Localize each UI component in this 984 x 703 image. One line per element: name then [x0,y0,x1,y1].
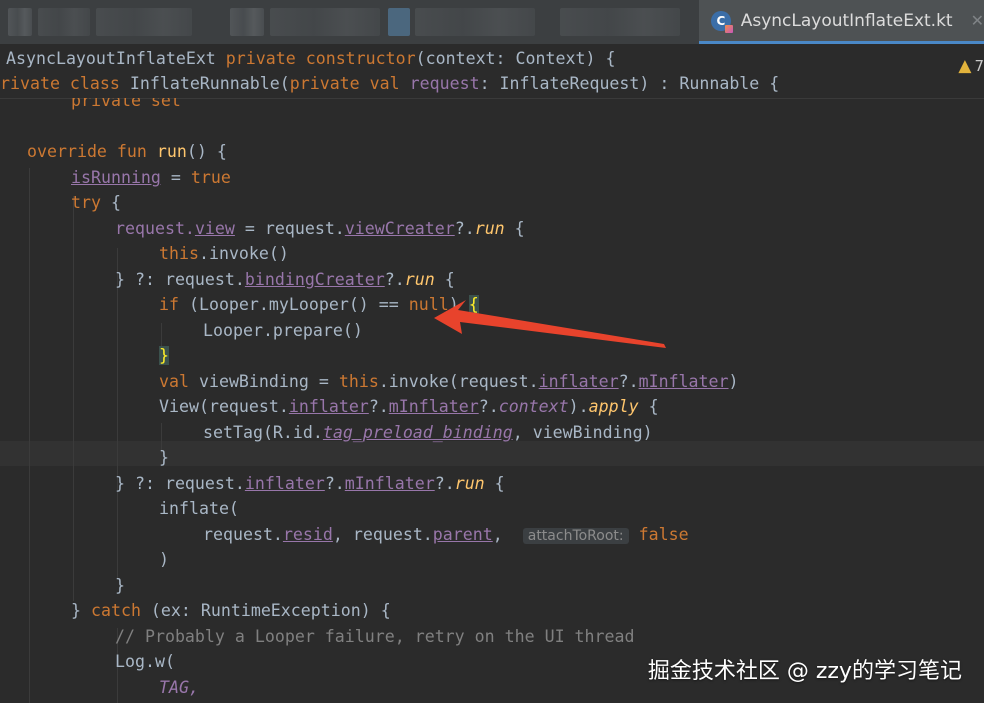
blurred-tab[interactable] [96,8,192,36]
arrow-shape [434,300,666,348]
close-icon[interactable]: ✕ [971,11,984,30]
inspection-warnings[interactable]: ▲ 7 [958,56,984,76]
keyword: private constructor [225,49,416,68]
warning-icon: ▲ [958,56,972,76]
property: request [409,74,480,93]
blurred-tab[interactable] [388,8,410,36]
blurred-tab[interactable] [270,8,380,36]
sticky-line-class[interactable]: AsyncLayoutInflateExt private constructo… [6,46,615,71]
tab-title: AsyncLayoutInflateExt.kt [740,10,953,31]
code-text: (context: Context) { [415,49,616,68]
warning-count: 7 [974,57,984,75]
editor-tab-bar: C AsyncLayoutInflateExt.kt ✕ [0,0,984,45]
annotation-arrow [434,300,666,348]
blurred-tab[interactable] [415,8,535,36]
code-text: : InflateRequest) : Runnable { [479,74,780,93]
blurred-tab[interactable] [38,8,90,36]
class-name: InflateRunnable( [129,74,290,93]
class-name: AsyncLayoutInflateExt [6,49,226,68]
keyword: rivate class [0,74,130,93]
blurred-tab[interactable] [560,8,680,36]
sticky-line-inner-class[interactable]: rivate class InflateRunnable(private val… [0,71,779,96]
sticky-scope-header: AsyncLayoutInflateExt private constructo… [0,44,984,99]
keyword: private val [289,74,410,93]
watermark: 掘金技术社区 @ zzy的学习笔记 [647,659,962,684]
blurred-tab[interactable] [230,8,264,36]
code-editor[interactable]: private set override fun run() { isRunni… [0,98,984,703]
tab-asynclayoutinflateext[interactable]: C AsyncLayoutInflateExt.kt ✕ [699,0,984,44]
kotlin-file-icon: C [711,10,733,33]
blurred-tab[interactable] [8,8,32,36]
